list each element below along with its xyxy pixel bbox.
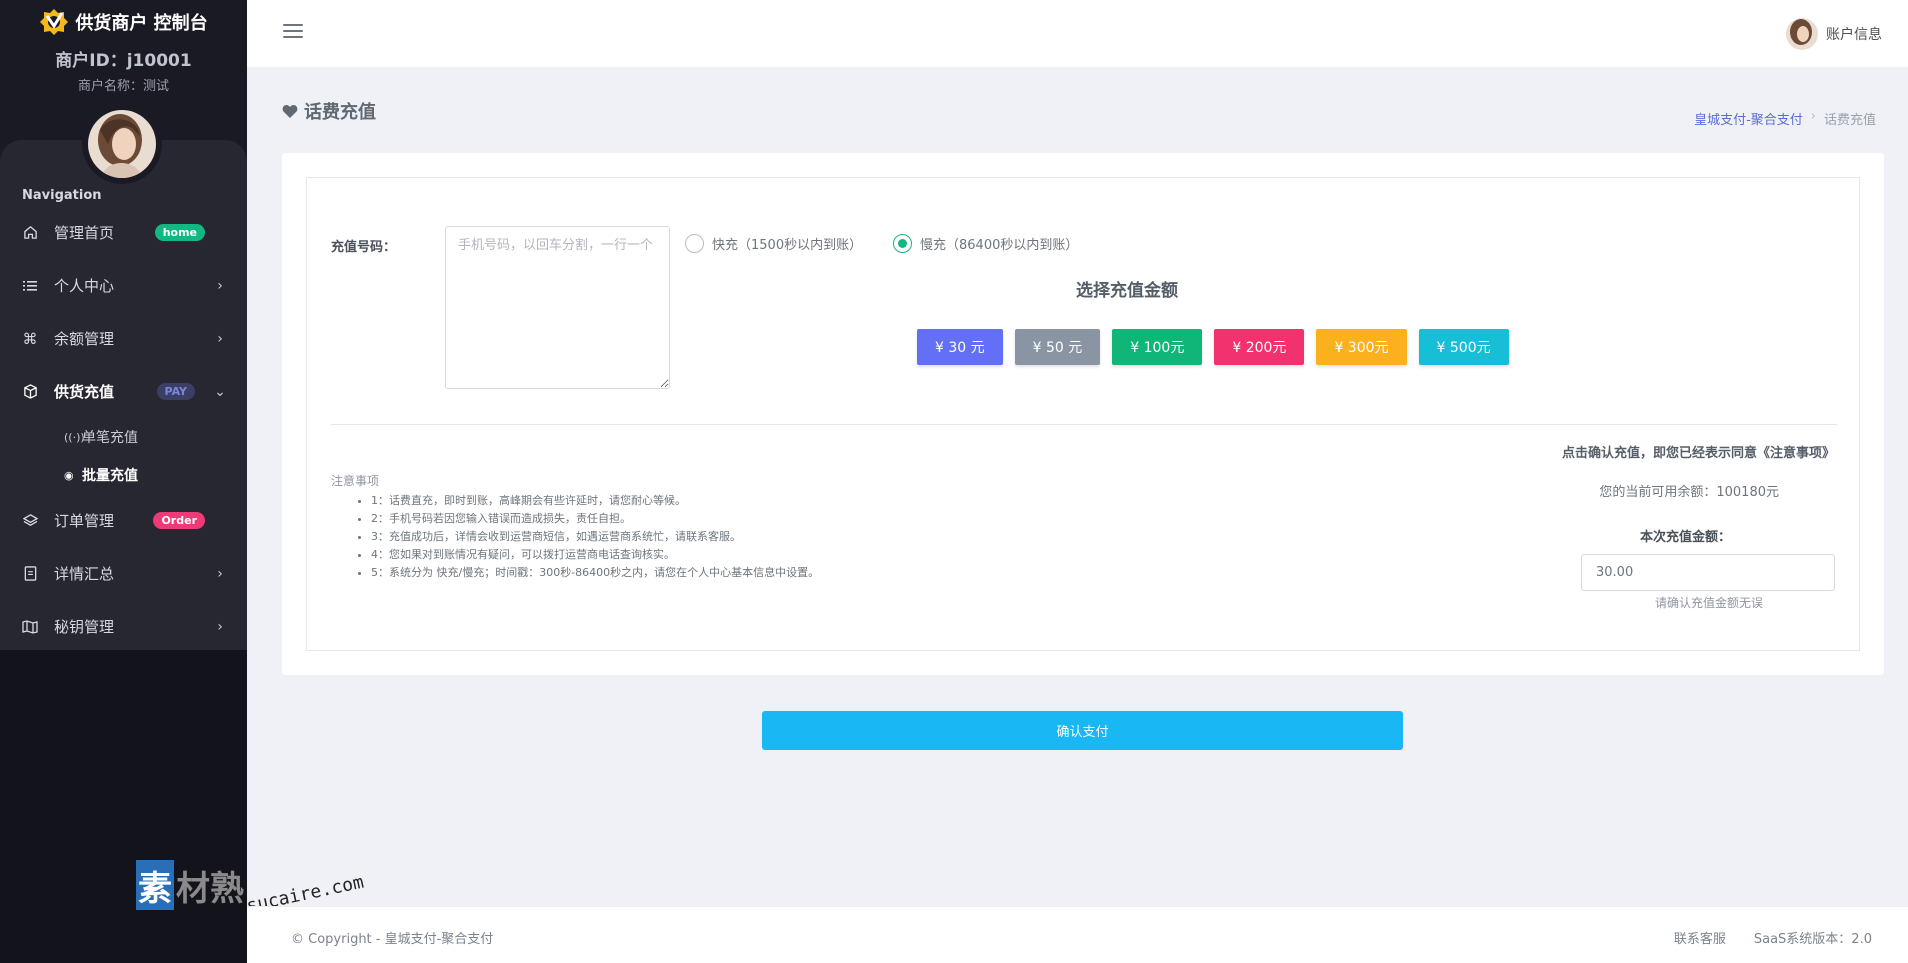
nav-item-secret-keys[interactable]: 秘钥管理 ›: [0, 600, 247, 653]
account-menu[interactable]: 账户信息: [1786, 18, 1882, 50]
footer: © Copyright - 皇城支付-聚合支付 联系客服 SaaS系统版本：2.…: [247, 906, 1908, 963]
notice-item: 4：您如果对到账情况有疑问，可以拨打运营商电话查询核实。: [371, 546, 819, 564]
radio-slow[interactable]: 慢充（86400秒以内到账）: [893, 234, 1078, 253]
notice-list: 1：话费直充，即时到账，高峰期会有些许延时，请您耐心等候。 2：手机号码若因您输…: [371, 492, 819, 582]
contact-support-link[interactable]: 联系客服: [1674, 928, 1726, 947]
chevron-right-icon: ›: [217, 330, 223, 347]
list-icon: [22, 278, 38, 294]
charge-amount-input[interactable]: [1581, 554, 1835, 591]
nav-item-details[interactable]: 详情汇总 ›: [0, 547, 247, 600]
footer-right: 联系客服 SaaS系统版本：2.0: [1674, 928, 1872, 947]
nav-item-label: 余额管理: [54, 330, 115, 348]
home-badge: home: [154, 224, 205, 241]
chevron-right-icon: ›: [217, 565, 223, 582]
amount-title: 选择充值金额: [1076, 281, 1178, 301]
avatar-frame: [82, 104, 162, 184]
nav-item-orders[interactable]: 订单管理 Order: [0, 494, 247, 547]
account-avatar: [1786, 18, 1818, 50]
amount-buttons: ¥ 30 元 ¥ 50 元 ¥ 100元 ¥ 200元 ¥ 300元 ¥ 500…: [917, 329, 1509, 365]
agreement-block: 点击确认充值，即您已经表示同意《注意事项》: [1515, 442, 1835, 461]
notice-item: 2：手机号码若因您输入错误而造成损失，责任自担。: [371, 510, 819, 528]
breadcrumb: 皇城支付-聚合支付 › 话费充值: [1694, 109, 1876, 128]
account-label: 账户信息: [1826, 27, 1882, 43]
notice-title: 注意事项: [331, 474, 380, 488]
chevron-down-icon: ⌄: [214, 383, 226, 400]
radio-slow-label: 慢充（86400秒以内到账）: [920, 238, 1079, 253]
pay-badge: PAY: [156, 383, 195, 400]
command-icon: ⌘: [22, 329, 38, 348]
charge-amount-hint: 请确认充值金额无误: [1654, 596, 1763, 610]
chevron-right-icon: ›: [217, 618, 223, 635]
recharge-card: 充值号码： 快充（1500秒以内到账） 慢充（86400秒以内到账） 选择充值金…: [282, 153, 1884, 675]
brand-logo-icon: [40, 9, 69, 35]
nav-item-balance[interactable]: ⌘ 余额管理 ›: [0, 312, 247, 365]
sidebar: 供货商户 控制台 商户ID：j10001 商户名称：测试 Navigation …: [0, 0, 247, 963]
nav-item-label: 订单管理: [54, 512, 115, 530]
nav-title: Navigation: [22, 188, 102, 203]
brand[interactable]: 供货商户 控制台: [0, 0, 247, 40]
nav-item-label: 供货充值: [54, 383, 115, 401]
radio-tower-icon: ((·)): [64, 430, 85, 444]
nav-item-supply-recharge[interactable]: 供货充值 PAY ⌄: [0, 365, 247, 418]
nav-menu: 管理首页 home 个人中心 › ⌘ 余额管理 › 供货充值 PAY ⌄ ((·…: [0, 206, 247, 653]
map-icon: [22, 619, 38, 635]
svg-text:材熟: 材熟: [176, 869, 244, 909]
notice-item: 3：充值成功后，详情会收到运营商短信，如遇运营商系统忙，请联系客服。: [371, 528, 819, 546]
balance-text: 您的当前可用余额：100180元: [1599, 485, 1779, 500]
page-title: 话费充值: [282, 98, 376, 124]
avatar[interactable]: [88, 110, 156, 178]
radio-fast-label: 快充（1500秒以内到账）: [712, 238, 863, 253]
nav-item-label: 个人中心: [54, 277, 115, 295]
layers-icon: [22, 513, 38, 529]
amount-50-button[interactable]: ¥ 50 元: [1014, 329, 1101, 365]
breadcrumb-separator-icon: ›: [1810, 109, 1816, 124]
notice-item: 1：话费直充，即时到账，高峰期会有些许延时，请您耐心等候。: [371, 492, 819, 510]
notice-item: 5：系统分为 快充/慢充；时间戳：300秒-86400秒之内，请您在个人中心基本…: [371, 564, 819, 582]
page-title-text: 话费充值: [304, 102, 376, 123]
agree-text: 点击确认充值，即您已经表示同意《注意事项》: [1561, 446, 1835, 461]
divider: [331, 424, 1837, 425]
sub-item-label: 批量充值: [82, 468, 138, 484]
sub-item-batch-recharge[interactable]: ◉ 批量充值: [0, 456, 247, 494]
brand-title: 供货商户 控制台: [75, 13, 208, 34]
radio-fast[interactable]: 快充（1500秒以内到账）: [685, 234, 862, 253]
charge-amount-label: 本次充值金额：: [1639, 530, 1731, 545]
number-label: 充值号码：: [331, 240, 397, 255]
nav-item-home[interactable]: 管理首页 home: [0, 206, 247, 259]
breadcrumb-link[interactable]: 皇城支付-聚合支付: [1694, 109, 1803, 128]
amount-30-button[interactable]: ¥ 30 元: [917, 329, 1003, 365]
svg-text:素: 素: [138, 869, 172, 909]
nav-item-label: 详情汇总: [54, 565, 115, 583]
merchant-id: 商户ID：j10001: [55, 51, 192, 71]
nav-item-label: 管理首页: [54, 224, 115, 242]
radio-fast-circle[interactable]: [685, 234, 704, 253]
circle-icon: ◉: [64, 468, 74, 482]
sub-item-label: 单笔充值: [82, 430, 138, 446]
amount-100-button[interactable]: ¥ 100元: [1112, 329, 1203, 365]
system-version: SaaS系统版本：2.0: [1753, 932, 1872, 947]
phone-numbers-input[interactable]: [445, 226, 670, 389]
heart-icon: [282, 104, 298, 118]
menu-toggle-icon[interactable]: [283, 24, 303, 42]
amount-300-button[interactable]: ¥ 300元: [1316, 329, 1407, 365]
chevron-right-icon: ›: [217, 277, 223, 294]
box-icon: [22, 384, 38, 400]
sub-item-single-recharge[interactable]: ((·)) 单笔充值: [0, 418, 247, 456]
amount-200-button[interactable]: ¥ 200元: [1214, 329, 1305, 365]
merchant-name: 商户名称：测试: [77, 79, 169, 94]
copyright: © Copyright - 皇城支付-聚合支付: [291, 932, 494, 947]
confirm-pay-button[interactable]: 确认支付: [762, 711, 1403, 750]
nav-item-label: 秘钥管理: [54, 618, 115, 636]
amount-500-button[interactable]: ¥ 500元: [1418, 329, 1509, 365]
home-icon: [22, 225, 38, 241]
breadcrumb-current: 话费充值: [1823, 113, 1876, 128]
nav-item-profile[interactable]: 个人中心 ›: [0, 259, 247, 312]
recharge-form: 充值号码： 快充（1500秒以内到账） 慢充（86400秒以内到账） 选择充值金…: [306, 177, 1860, 651]
order-badge: Order: [153, 512, 205, 529]
clipboard-icon: [22, 566, 38, 582]
topbar: 账户信息: [247, 0, 1908, 68]
radio-slow-circle[interactable]: [893, 234, 912, 253]
